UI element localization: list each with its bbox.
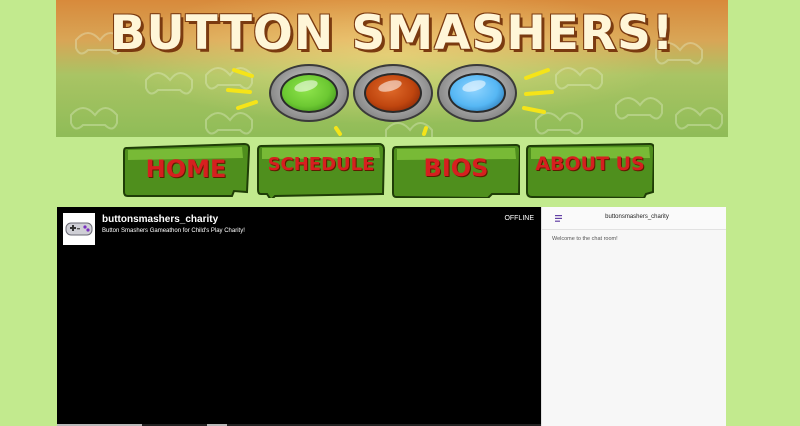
red-arcade-button-graphic	[353, 64, 433, 122]
offline-status: OFFLINE	[504, 215, 534, 222]
chat-panel: buttonsmashers_charity Welcome to the ch…	[541, 207, 726, 426]
chat-welcome-message: Welcome to the chat room!	[552, 236, 618, 242]
blue-arcade-button-graphic	[437, 64, 517, 122]
site-banner: BUTTON SMASHERS!	[56, 0, 728, 137]
nav-bios-label: BIOS	[423, 154, 489, 182]
nav-about-us-label: ABOUT US	[535, 153, 645, 175]
nav-about-us[interactable]: ABOUT US	[526, 142, 654, 198]
main-nav: HOME SCHEDULE BIOS ABOUT US	[122, 138, 662, 200]
nav-schedule-label: SCHEDULE	[267, 154, 375, 175]
nav-bios[interactable]: BIOS	[392, 142, 520, 198]
stream-title: Button Smashers Gameathon for Child's Pl…	[102, 228, 245, 234]
nav-home[interactable]: HOME	[122, 142, 250, 198]
channel-avatar[interactable]	[63, 213, 95, 245]
nav-home-label: HOME	[145, 155, 227, 183]
channel-name[interactable]: buttonsmashers_charity	[102, 214, 218, 225]
video-player[interactable]: buttonsmashers_charity Button Smashers G…	[57, 207, 541, 426]
nav-schedule[interactable]: SCHEDULE	[257, 142, 385, 198]
green-arcade-button-graphic	[269, 64, 349, 122]
chat-title: buttonsmashers_charity	[605, 214, 669, 220]
menu-icon[interactable]	[555, 215, 563, 222]
chat-header: buttonsmashers_charity	[542, 207, 726, 230]
controller-icon	[65, 222, 93, 236]
